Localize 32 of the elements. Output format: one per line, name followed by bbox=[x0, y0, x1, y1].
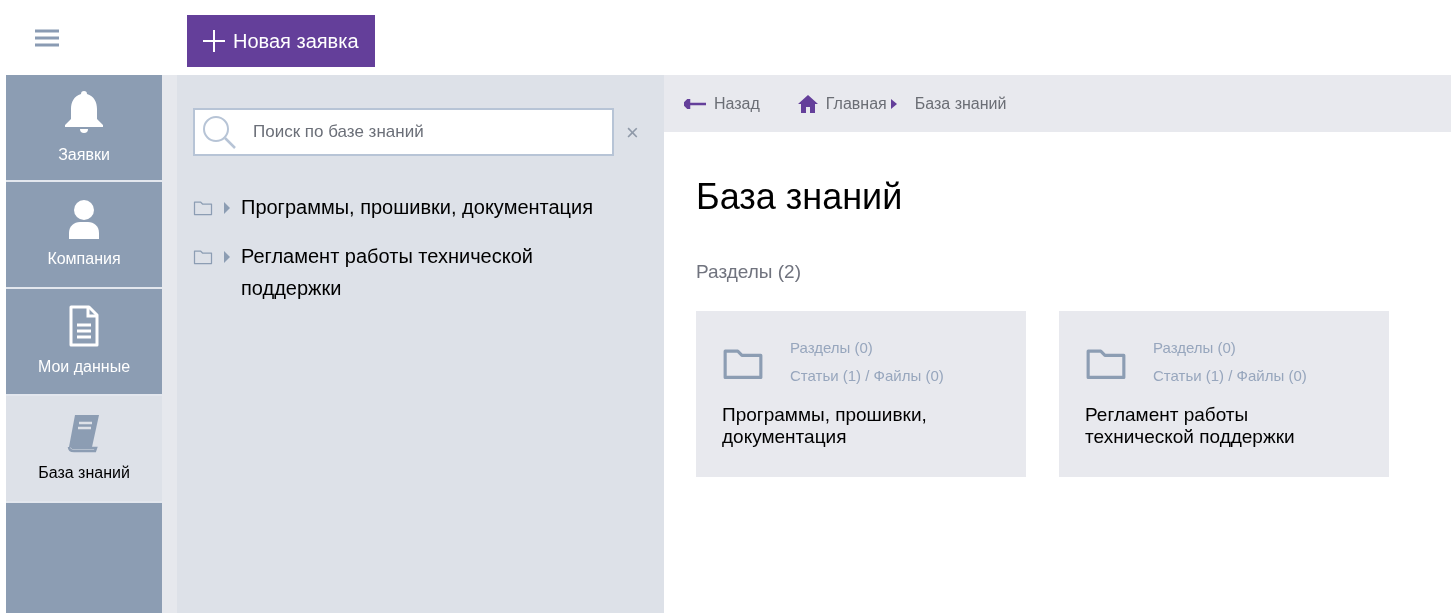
bell-icon bbox=[62, 88, 106, 135]
folder-icon bbox=[193, 249, 213, 265]
user-icon bbox=[67, 198, 101, 239]
clear-button[interactable]: × bbox=[626, 115, 639, 149]
caret-right-icon bbox=[890, 98, 897, 109]
nav-item[interactable]: База знаний bbox=[6, 396, 162, 503]
caret-right-icon[interactable] bbox=[223, 202, 231, 214]
section-card[interactable]: Разделы (0) Статьи (1) / Файлы (0) Программы, прошивки, документация bbox=[696, 310, 1026, 477]
items-count: Статьи (1) / Файлы (0) bbox=[790, 366, 944, 386]
sections-count: Разделы (0) bbox=[790, 337, 874, 358]
card-title: Регламент работы технической поддержки bbox=[1085, 403, 1296, 448]
home-icon bbox=[797, 94, 818, 113]
caret-right-icon[interactable] bbox=[223, 251, 231, 263]
back-link[interactable]: Назад bbox=[684, 91, 760, 116]
sections-count: Разделы (0) bbox=[1153, 337, 1237, 358]
search-field[interactable]: Поиск по базе знаний bbox=[193, 108, 614, 156]
items-count: Статьи (1) / Файлы (0) bbox=[1153, 366, 1307, 386]
plus-icon bbox=[203, 29, 225, 52]
tree-item[interactable]: Регламент работы технической поддержки bbox=[241, 240, 616, 304]
page-title: База знаний bbox=[696, 175, 904, 219]
menu-icon[interactable] bbox=[35, 27, 59, 48]
document-icon bbox=[68, 304, 100, 347]
tree-item[interactable]: Программы, прошивки, документация bbox=[241, 191, 616, 223]
new-request-button[interactable]: Новая заявка bbox=[187, 14, 375, 67]
sections-heading: Разделы (2) bbox=[696, 260, 802, 284]
card-title: Программы, прошивки, документация bbox=[722, 403, 928, 448]
breadcrumb-link[interactable]: База знаний bbox=[914, 91, 1007, 116]
breadcrumb-link[interactable]: Главная bbox=[825, 91, 887, 116]
arrow-left-icon bbox=[684, 98, 706, 109]
section-card[interactable]: Разделы (0) Статьи (1) / Файлы (0) Регламент работы технической поддержки bbox=[1059, 310, 1389, 477]
folder-icon bbox=[193, 200, 213, 216]
search-icon bbox=[201, 114, 237, 150]
